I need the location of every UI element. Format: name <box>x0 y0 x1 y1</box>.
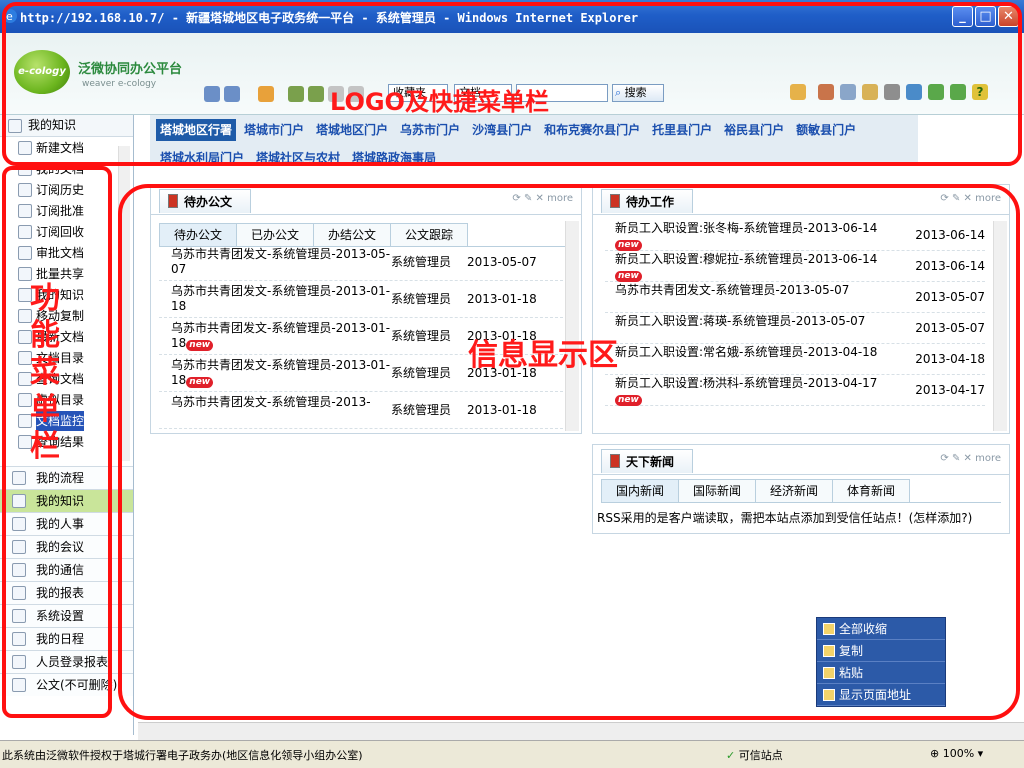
annotation-box-info <box>118 184 1020 720</box>
check-icon: ✓ <box>726 749 736 762</box>
trusted-label: 可信站点 <box>738 749 783 762</box>
annotation-logo-label: LOGO及快捷菜单栏 <box>330 88 549 116</box>
status-text: 此系统由泛微软件授权于塔城行署电子政务办(地区信息化领导小组办公室) <box>2 749 363 762</box>
horizontal-scrollbar[interactable] <box>138 722 1024 740</box>
zoom-control[interactable]: ⊕ 100% ▾ <box>930 747 983 760</box>
trusted-zone[interactable]: ✓ 可信站点 <box>726 747 783 763</box>
annotation-menu-label: 功能菜单栏 <box>30 281 60 464</box>
status-bar: 此系统由泛微软件授权于塔城行署电子政务办(地区信息化领导小组办公室) ✓ 可信站… <box>0 740 1024 768</box>
annotation-info-label: 信息显示区 <box>468 338 618 373</box>
zoom-value: 100% <box>942 747 975 760</box>
